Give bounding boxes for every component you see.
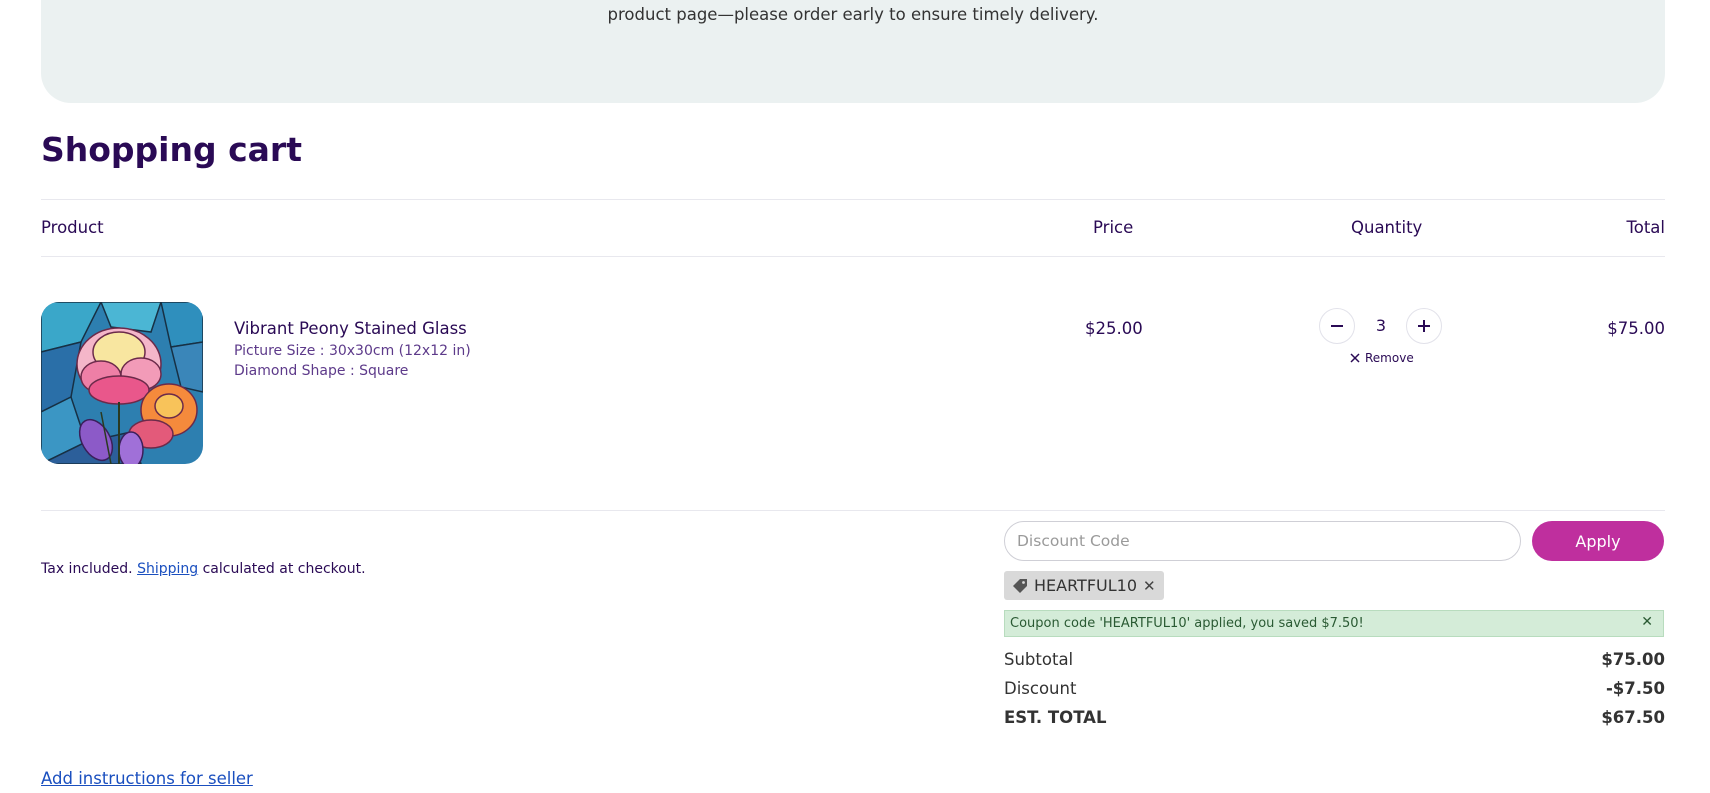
product-thumbnail[interactable]: [41, 302, 203, 464]
est-total-value: $67.50: [1601, 708, 1665, 727]
divider: [41, 199, 1665, 200]
quantity-decrease-button[interactable]: [1319, 308, 1355, 344]
tax-suffix: calculated at checkout.: [202, 561, 366, 577]
add-seller-instructions-link[interactable]: Add instructions for seller: [41, 769, 253, 789]
est-total-label: EST. TOTAL: [1004, 708, 1107, 727]
column-header-product: Product: [41, 218, 104, 237]
tax-prefix: Tax included.: [41, 561, 133, 577]
close-alert-icon[interactable]: ✕: [1641, 614, 1653, 630]
quantity-value[interactable]: 3: [1366, 316, 1396, 336]
column-header-total: Total: [1626, 218, 1665, 237]
divider: [41, 256, 1665, 257]
tax-note: Tax included. Shipping calculated at che…: [41, 560, 366, 578]
product-name[interactable]: Vibrant Peony Stained Glass: [234, 319, 467, 339]
remove-coupon-icon[interactable]: ✕: [1143, 577, 1156, 595]
banner-text: product page—please order early to ensur…: [607, 5, 1099, 24]
page-title: Shopping cart: [41, 130, 302, 169]
discount-label: Discount: [1004, 679, 1077, 698]
column-header-price: Price: [1093, 218, 1134, 237]
minus-icon: [1331, 325, 1343, 327]
coupon-success-alert: Coupon code 'HEARTFUL10' applied, you sa…: [1004, 610, 1664, 637]
tag-icon: [1013, 578, 1027, 593]
quantity-increase-button[interactable]: [1406, 308, 1442, 344]
line-total: $75.00: [1607, 319, 1665, 338]
product-option-size: Picture Size : 30x30cm (12x12 in): [234, 343, 471, 359]
plus-icon: [1418, 320, 1430, 332]
apply-discount-button[interactable]: Apply: [1532, 521, 1664, 561]
discount-value: -$7.50: [1605, 679, 1665, 698]
discount-code-input[interactable]: [1004, 521, 1521, 561]
subtotal-value: $75.00: [1601, 650, 1665, 669]
alert-message: Coupon code 'HEARTFUL10' applied, you sa…: [1010, 616, 1364, 631]
close-icon: [1350, 353, 1360, 363]
remove-label: Remove: [1365, 351, 1414, 365]
announcement-banner: product page—please order early to ensur…: [41, 0, 1665, 103]
shipping-link[interactable]: Shipping: [137, 561, 198, 577]
column-header-quantity: Quantity: [1351, 218, 1423, 237]
remove-item-button[interactable]: Remove: [1350, 350, 1414, 366]
applied-coupon-code: HEARTFUL10: [1034, 576, 1137, 595]
applied-coupon-chip: HEARTFUL10 ✕: [1004, 571, 1164, 600]
divider: [41, 510, 1665, 511]
subtotal-label: Subtotal: [1004, 650, 1074, 669]
product-option-shape: Diamond Shape : Square: [234, 363, 409, 379]
peony-stained-glass-icon: [41, 302, 203, 464]
item-price: $25.00: [1085, 319, 1143, 338]
